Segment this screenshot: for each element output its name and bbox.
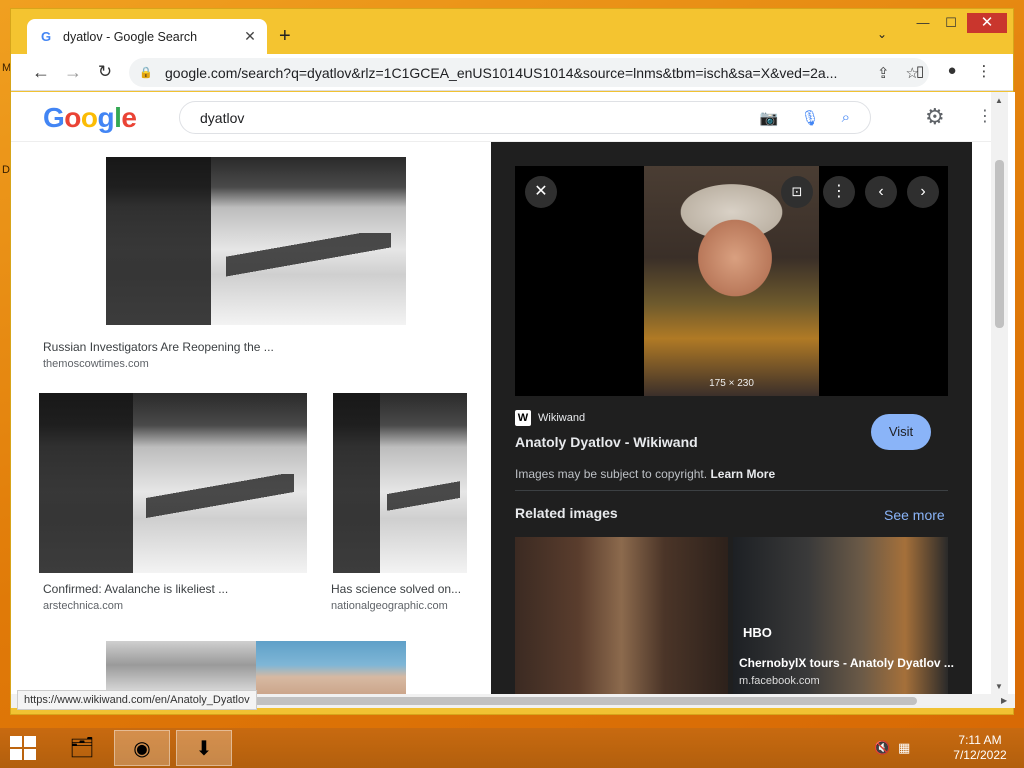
search-input[interactable]: dyatlov <box>200 110 738 126</box>
google-header: Google dyatlov 📷 🎙 ⌕ ⚙ ⋮⋮ <box>11 92 1007 142</box>
scroll-up-arrow-icon[interactable]: ▲ <box>995 96 1003 105</box>
preview-viewer: ✕ ⊡ ⋮ ‹ › 175 × 230 <box>515 166 948 396</box>
lens-search-icon[interactable]: ⊡ <box>781 176 813 208</box>
maximize-button[interactable]: ☐ <box>937 13 965 33</box>
lock-icon[interactable]: 🔒 <box>139 66 153 80</box>
related-image-caption[interactable]: ChernobylX tours - Anatoly Dyatlov ... <box>739 656 954 670</box>
minimize-button[interactable]: — <box>909 13 937 33</box>
preview-title[interactable]: Anatoly Dyatlov - Wikiwand <box>515 434 698 450</box>
image-preview-panel: ✕ ⊡ ⋮ ‹ › 175 × 230 W Wikiwand Anatoly D… <box>491 142 972 694</box>
related-image-source[interactable]: m.facebook.com <box>739 675 820 687</box>
side-panel-icon[interactable]: ▯ <box>909 62 931 80</box>
close-tab-icon[interactable]: ✕ <box>241 28 259 45</box>
previous-chevron-icon[interactable]: ‹ <box>865 176 897 208</box>
hbo-badge: HBO <box>743 625 772 640</box>
tab-strip: G dyatlov - Google Search ✕ + ⌄ — ☐ ✕ <box>11 9 1013 54</box>
related-image[interactable] <box>733 537 948 694</box>
forward-arrow-icon[interactable]: → <box>61 61 85 83</box>
chrome-menu-icon[interactable]: ⋮ <box>973 62 995 80</box>
result-title[interactable]: Has science solved on... <box>331 582 467 596</box>
result-thumb-bg <box>106 157 406 325</box>
result-thumbnail[interactable] <box>39 393 307 573</box>
system-clock[interactable]: 7:11 AM 7/12/2022 <box>948 733 1012 763</box>
scroll-right-arrow-icon[interactable]: ▶ <box>1001 696 1007 705</box>
wikiwand-logo-icon: W <box>515 410 531 426</box>
browser-toolbar: ← → ↻ 🔒 google.com/search?q=dyatlov&rlz=… <box>11 54 1013 91</box>
image-dimensions: 175 × 230 <box>709 378 754 389</box>
result-thumbnail[interactable] <box>256 641 406 694</box>
windows-start-icon[interactable] <box>10 736 36 760</box>
search-icon[interactable]: ⌕ <box>842 109 850 126</box>
clock-date: 7/12/2022 <box>953 748 1007 762</box>
desktop-icon-edge-2[interactable]: D <box>2 164 10 176</box>
settings-gear-icon[interactable]: ⚙ <box>925 104 945 130</box>
search-box[interactable]: dyatlov 📷 🎙 ⌕ <box>179 101 871 134</box>
divider <box>515 490 948 491</box>
google-favicon-icon: G <box>41 29 52 44</box>
scrollbar-thumb[interactable] <box>995 160 1004 328</box>
copyright-note: Images may be subject to copyright. Lear… <box>515 467 775 481</box>
more-options-icon[interactable]: ⋮ <box>823 176 855 208</box>
taskbar: 🗂 ◉ ⬇ 🔇 ▦ 7:11 AM 7/12/2022 <box>0 728 1024 768</box>
browser-window: G dyatlov - Google Search ✕ + ⌄ — ☐ ✕ ← … <box>10 8 1015 715</box>
result-source[interactable]: nationalgeographic.com <box>331 600 448 612</box>
close-preview-icon[interactable]: ✕ <box>525 176 557 208</box>
copyright-text: Images may be subject to copyright. <box>515 467 708 481</box>
search-results-page: Google dyatlov 📷 🎙 ⌕ ⚙ ⋮⋮ Russian Invest… <box>11 92 1015 694</box>
see-more-link[interactable]: See more <box>884 507 945 523</box>
close-window-button[interactable]: ✕ <box>967 13 1007 33</box>
network-icon[interactable]: ▦ <box>898 740 910 756</box>
google-logo[interactable]: Google <box>43 102 137 134</box>
volume-muted-icon[interactable]: 🔇 <box>874 740 890 756</box>
result-source[interactable]: themoscowtimes.com <box>43 358 149 370</box>
learn-more-link[interactable]: Learn More <box>710 467 775 481</box>
source-site-name[interactable]: Wikiwand <box>538 412 585 424</box>
share-icon[interactable]: ⇪ <box>877 64 890 82</box>
file-explorer-icon[interactable]: 🗂 <box>54 730 110 766</box>
result-source[interactable]: arstechnica.com <box>43 600 123 612</box>
result-title[interactable]: Confirmed: Avalanche is likeliest ... <box>43 582 305 596</box>
address-bar[interactable]: 🔒 google.com/search?q=dyatlov&rlz=1C1GCE… <box>129 58 929 87</box>
next-chevron-icon[interactable]: › <box>907 176 939 208</box>
related-image[interactable] <box>515 537 728 694</box>
chrome-taskbar-icon[interactable]: ◉ <box>114 730 170 766</box>
microphone-icon[interactable]: 🎙 <box>801 109 820 127</box>
back-arrow-icon[interactable]: ← <box>29 61 53 83</box>
related-images-heading: Related images <box>515 505 618 521</box>
clock-time: 7:11 AM <box>958 733 1002 747</box>
url-text[interactable]: google.com/search?q=dyatlov&rlz=1C1GCEA_… <box>165 65 861 81</box>
result-thumbnail[interactable] <box>106 157 406 325</box>
profile-avatar-icon[interactable]: ● <box>941 62 963 79</box>
camera-icon[interactable]: 📷 <box>760 109 779 127</box>
visit-button[interactable]: Visit <box>871 414 931 450</box>
new-tab-button[interactable]: + <box>279 25 291 47</box>
tab-search-chevron-icon[interactable]: ⌄ <box>877 27 887 41</box>
result-thumbnail[interactable] <box>106 641 256 694</box>
download-app-icon[interactable]: ⬇ <box>176 730 232 766</box>
tab-google-search[interactable]: G dyatlov - Google Search ✕ <box>27 19 267 54</box>
result-thumbnail[interactable] <box>333 393 467 573</box>
vertical-scrollbar[interactable]: ▲ ▼ <box>991 92 1008 694</box>
tab-title: dyatlov - Google Search <box>63 29 198 44</box>
link-status-bar: https://www.wikiwand.com/en/Anatoly_Dyat… <box>17 690 257 710</box>
reload-icon[interactable]: ↻ <box>93 61 117 83</box>
result-title[interactable]: Russian Investigators Are Reopening the … <box>43 340 463 354</box>
result-card[interactable] <box>39 150 471 326</box>
scroll-down-arrow-icon[interactable]: ▼ <box>995 682 1003 691</box>
